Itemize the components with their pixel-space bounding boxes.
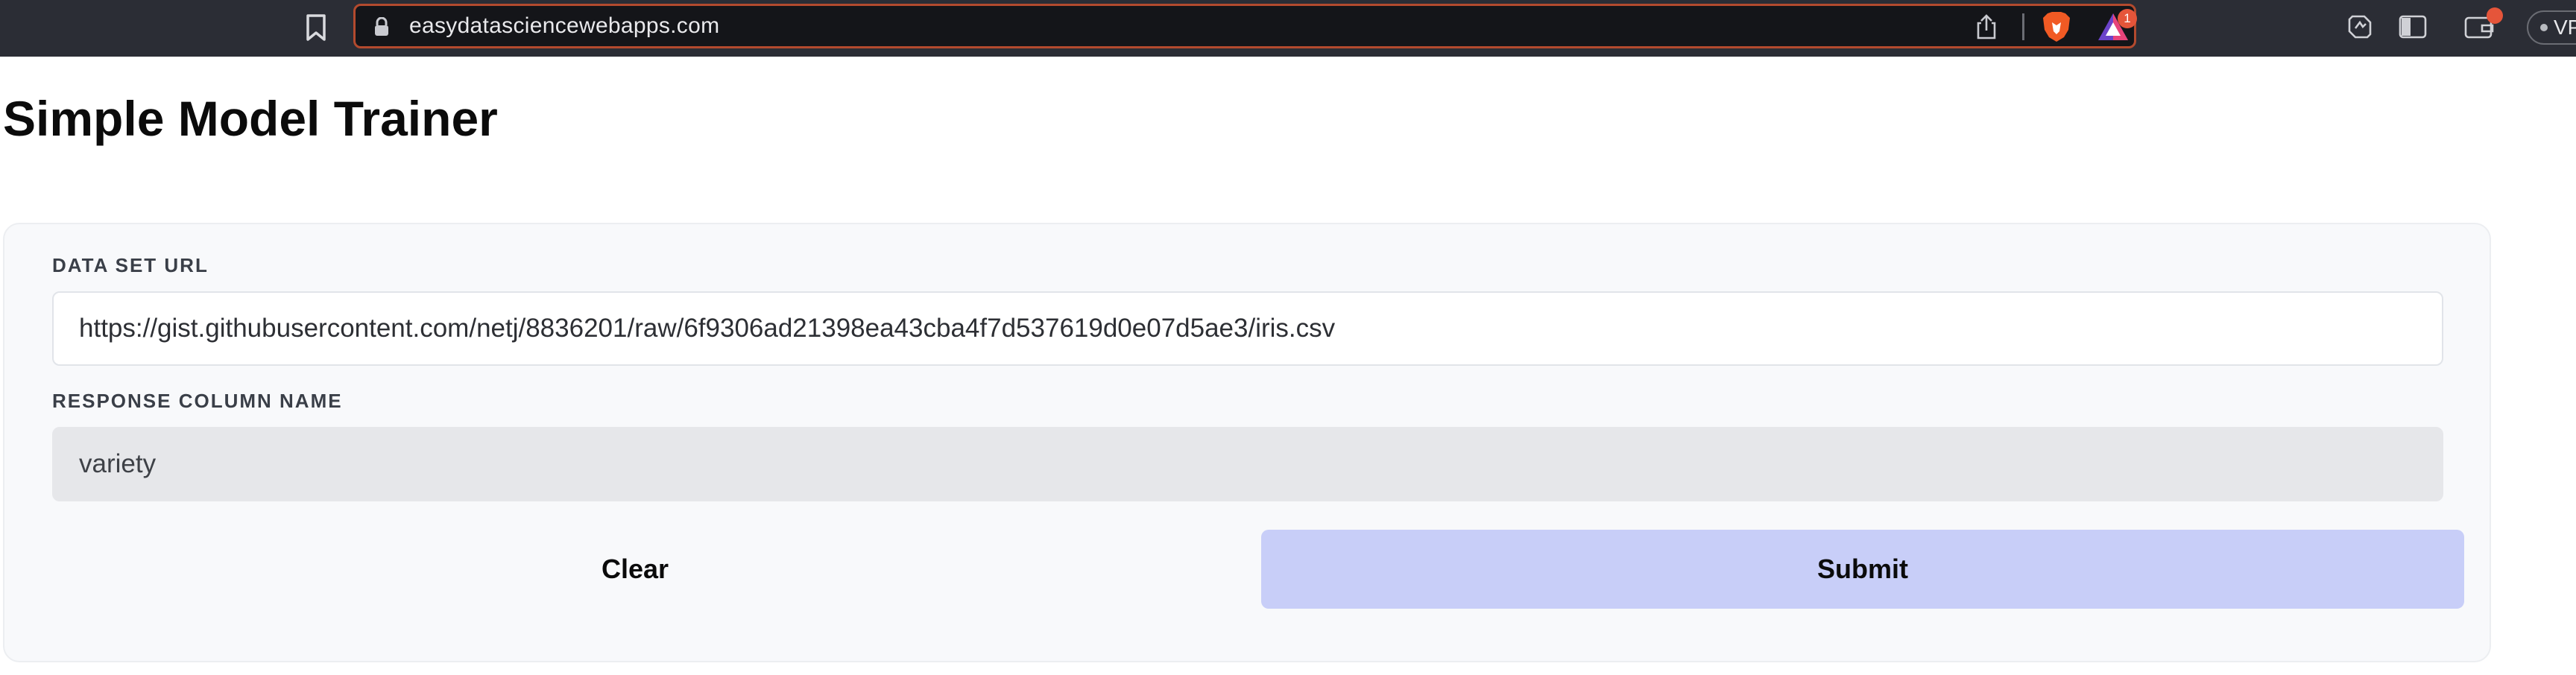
sidebar-icon[interactable] (2399, 15, 2427, 39)
wallet-notification-dot (2487, 7, 2503, 24)
model-trainer-form: DATA SET URL RESPONSE COLUMN NAME Clear … (3, 223, 2491, 662)
vpn-button[interactable]: VPN (2527, 10, 2576, 45)
submit-button[interactable]: Submit (1261, 530, 2464, 609)
page-title: Simple Model Trainer (3, 91, 498, 146)
rewards-badge: 1 (2118, 9, 2137, 28)
lock-icon[interactable] (373, 17, 390, 37)
url-separator (2022, 13, 2024, 40)
vpn-label: VPN (2554, 16, 2576, 39)
bookmark-icon[interactable] (304, 13, 328, 42)
vpn-status-dot (2540, 24, 2548, 31)
url-text[interactable]: easydatasciencewebapps.com (409, 6, 719, 46)
share-icon[interactable] (1974, 14, 1998, 39)
browser-toolbar: easydatasciencewebapps.com 1 VPN (0, 0, 2576, 57)
brave-icon[interactable] (2042, 10, 2071, 43)
clear-button[interactable]: Clear (52, 530, 1218, 609)
dataset-url-input[interactable] (52, 291, 2443, 366)
leo-icon[interactable] (2346, 13, 2373, 40)
response-column-input[interactable] (52, 427, 2443, 501)
response-column-label: RESPONSE COLUMN NAME (52, 390, 343, 412)
address-bar[interactable]: easydatasciencewebapps.com 1 (353, 4, 2137, 48)
dataset-url-label: DATA SET URL (52, 254, 209, 276)
